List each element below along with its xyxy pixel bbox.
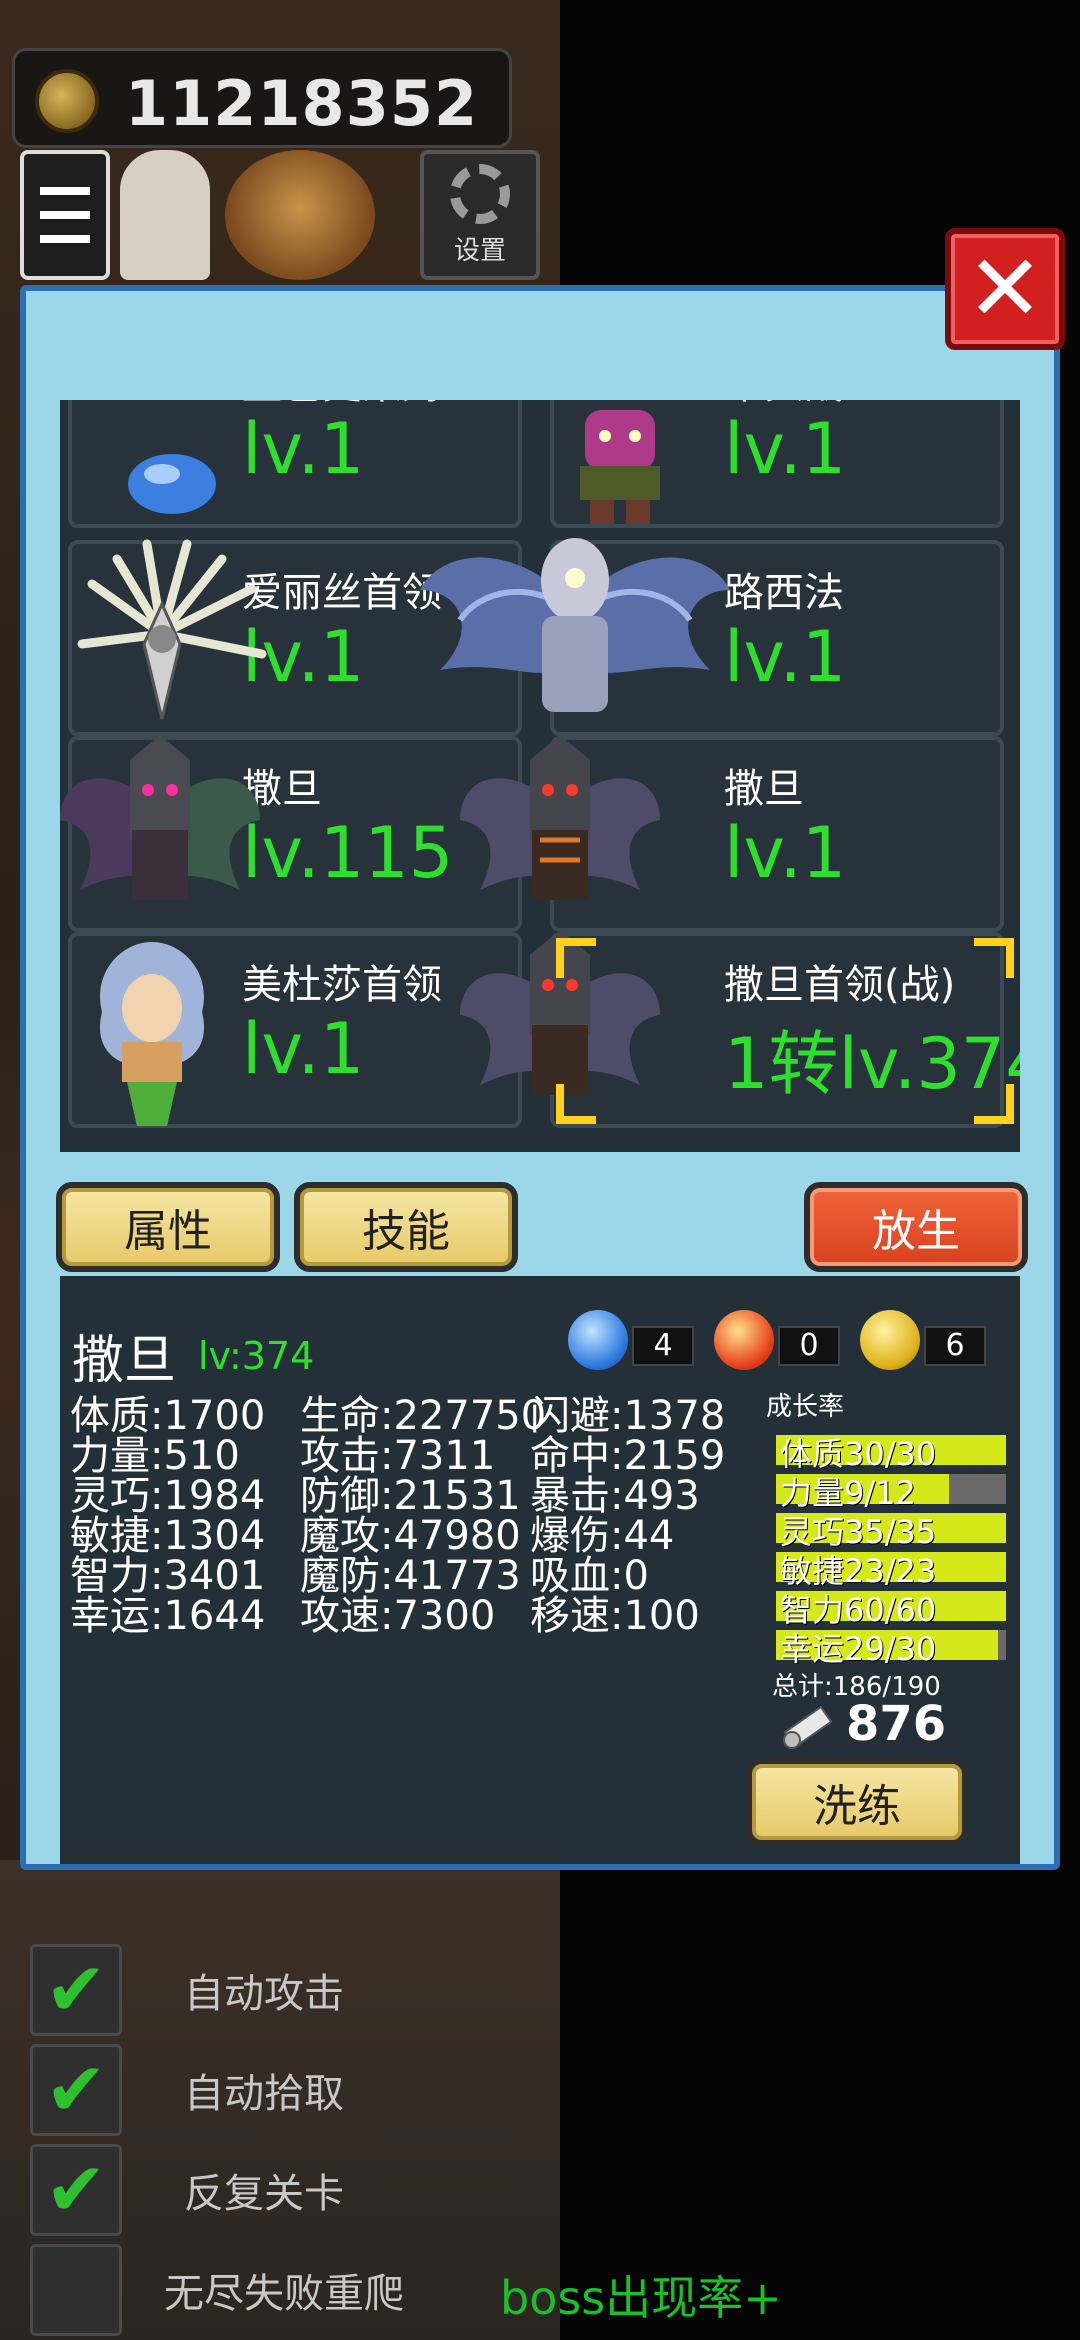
pet-level: lv.115 xyxy=(242,812,454,894)
close-button[interactable]: ✕ xyxy=(945,228,1065,350)
stat-row: 力量:510 攻击:7311 命中:2159 xyxy=(70,1436,770,1476)
pet-name: 撒旦 xyxy=(724,766,804,812)
selection-corner-icon xyxy=(556,938,596,978)
coin-icon xyxy=(35,69,99,133)
growth-row: 幸运29/30 xyxy=(766,1624,1016,1668)
settings-label: 设置 xyxy=(453,235,506,266)
boss-rate-label: boss出现率+ xyxy=(500,2271,782,2325)
menu-icon[interactable] xyxy=(20,150,110,280)
stat-value: 攻击:7311 xyxy=(300,1433,496,1479)
checkbox-unchecked-icon[interactable] xyxy=(30,2244,122,2336)
stat-value: 魔攻:47980 xyxy=(300,1513,521,1559)
stat-value: 智力:3401 xyxy=(70,1553,266,1599)
pet-detail-name: 撒旦 xyxy=(72,1331,177,1391)
selection-corner-icon xyxy=(974,938,1014,978)
growth-rates: 成长率 体质30/30 力量9/12 灵巧35/35 敏捷23/23 智力60/… xyxy=(766,1386,1016,1703)
reroll-scroll-count: 876 xyxy=(766,1696,966,1756)
skills-button[interactable]: 技能 xyxy=(294,1182,518,1272)
stat-value: 暴击:493 xyxy=(530,1473,700,1519)
pet-card[interactable]: 蓝色史莱姆 lv.1 xyxy=(68,400,522,528)
stat-value: 灵巧:1984 xyxy=(70,1473,266,1519)
fire-orb-icon xyxy=(714,1310,774,1370)
pet-name: 路西法 xyxy=(724,570,844,616)
stat-value: 命中:2159 xyxy=(530,1433,726,1479)
growth-row: 力量9/12 xyxy=(766,1468,1016,1512)
stat-row: 灵巧:1984 防御:21531 暴击:493 xyxy=(70,1476,770,1516)
scroll-count-value: 876 xyxy=(846,1696,947,1752)
alice-boss-sprite-icon xyxy=(77,539,267,720)
medusa-sprite-icon xyxy=(99,942,205,1126)
option-auto-pickup[interactable]: ✔ 自动拾取 xyxy=(30,2040,830,2140)
lightning-orb-count: 6 xyxy=(924,1326,986,1366)
growth-title: 成长率 xyxy=(766,1392,845,1422)
stat-value: 移速:100 xyxy=(530,1593,700,1639)
release-button[interactable]: 放生 xyxy=(804,1182,1028,1272)
scroll-icon xyxy=(783,1705,833,1749)
pet-list[interactable]: 蓝色史莱姆 lv.1 牛头战士 lv.1 爱丽丝首领 lv.1 xyxy=(60,400,1020,1152)
bag-icon[interactable] xyxy=(225,150,375,280)
checkbox-checked-icon[interactable]: ✔ xyxy=(30,2044,122,2136)
growth-row: 灵巧35/35 xyxy=(766,1507,1016,1551)
pet-card[interactable]: 美杜莎首领 lv.1 xyxy=(68,932,522,1128)
option-repeat-stage[interactable]: ✔ 反复关卡 xyxy=(30,2140,830,2240)
water-orb-icon xyxy=(568,1310,628,1370)
growth-row: 敏捷23/23 xyxy=(766,1546,1016,1590)
checkbox-checked-icon[interactable]: ✔ xyxy=(30,2144,122,2236)
selection-corner-icon xyxy=(974,1084,1014,1124)
lucifer-sprite-icon xyxy=(420,538,730,712)
pet-detail-level: lv:374 xyxy=(198,1334,315,1378)
stat-row: 体质:1700 生命:227750 闪避:1378 xyxy=(70,1396,770,1436)
hud-toolbar: 设置 xyxy=(0,150,560,290)
stat-value: 魔防:41773 xyxy=(300,1553,521,1599)
pet-level: lv.1 xyxy=(242,408,365,490)
option-auto-attack[interactable]: ✔ 自动攻击 xyxy=(30,1940,830,2040)
stat-value: 爆伤:44 xyxy=(530,1513,675,1559)
stat-row: 幸运:1644 攻速:7300 移速:100 xyxy=(70,1596,770,1636)
satan-sprite-icon xyxy=(460,735,660,900)
slime-sprite-icon xyxy=(128,454,216,514)
pet-level: lv.1 xyxy=(724,616,847,698)
option-label: 自动攻击 xyxy=(184,1971,344,2017)
selection-corner-icon xyxy=(556,1084,596,1124)
growth-label: 幸运29/30 xyxy=(780,1630,937,1668)
pet-name: 美杜莎首领 xyxy=(242,962,442,1008)
pet-card[interactable]: 牛头战士 lv.1 xyxy=(550,400,1004,528)
attributes-button[interactable]: 属性 xyxy=(56,1182,280,1272)
gear-icon xyxy=(450,163,510,224)
stat-row: 智力:3401 魔防:41773 吸血:0 xyxy=(70,1556,770,1596)
reroll-button[interactable]: 洗练 xyxy=(746,1758,968,1846)
close-icon: ✕ xyxy=(966,235,1044,342)
stat-value: 闪避:1378 xyxy=(530,1393,726,1439)
stat-value: 敏捷:1304 xyxy=(70,1513,266,1559)
pet-level: lv.1 xyxy=(724,812,847,894)
fire-orb-count: 0 xyxy=(778,1326,840,1366)
checkbox-checked-icon[interactable]: ✔ xyxy=(30,1944,122,2036)
stat-value: 生命:227750 xyxy=(300,1393,547,1439)
stat-value: 体质:1700 xyxy=(70,1393,266,1439)
growth-row: 体质30/30 xyxy=(766,1429,1016,1473)
pet-level: lv.1 xyxy=(242,1008,365,1090)
stat-value: 幸运:1644 xyxy=(70,1593,266,1639)
minotaur-sprite-icon xyxy=(580,410,660,524)
settings-button[interactable]: 设置 xyxy=(420,150,540,280)
option-label: 无尽失败重爬 xyxy=(164,2271,404,2317)
option-label: 自动拾取 xyxy=(184,2071,344,2117)
pet-level: lv.1 xyxy=(724,408,847,490)
lightning-orb-icon xyxy=(860,1310,920,1370)
water-orb-count: 4 xyxy=(632,1326,694,1366)
growth-row: 智力60/60 xyxy=(766,1585,1016,1629)
stat-value: 力量:510 xyxy=(70,1433,240,1479)
pet-name: 撒旦首领(战) xyxy=(724,962,956,1008)
stat-value: 防御:21531 xyxy=(300,1473,521,1519)
option-label: 反复关卡 xyxy=(184,2171,344,2217)
character-icon[interactable] xyxy=(120,150,210,280)
stats-table: 体质:1700 生命:227750 闪避:1378 力量:510 攻击:7311… xyxy=(70,1396,770,1636)
stat-value: 攻速:7300 xyxy=(300,1593,496,1639)
stat-row: 敏捷:1304 魔攻:47980 爆伤:44 xyxy=(70,1516,770,1556)
satan-sprite-icon xyxy=(60,735,260,900)
coin-counter: 11218352 xyxy=(12,48,512,148)
coin-value: 11218352 xyxy=(125,67,479,140)
stat-value: 吸血:0 xyxy=(530,1553,649,1599)
